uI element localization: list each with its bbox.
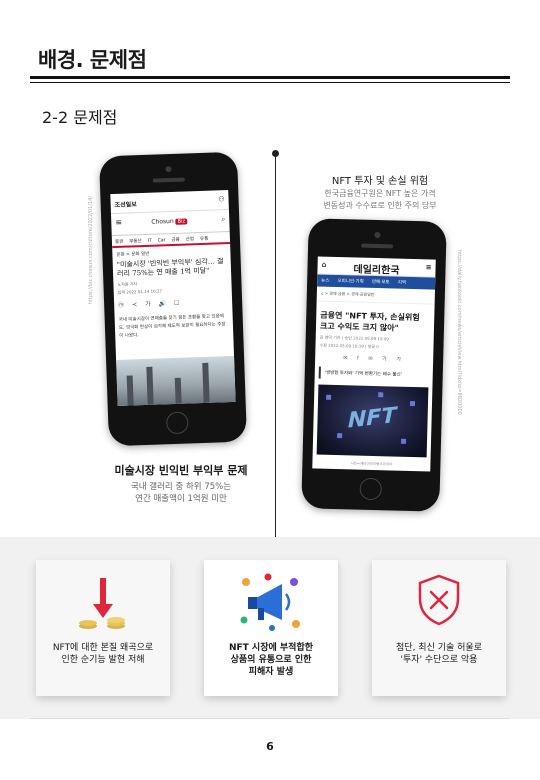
menu-item[interactable]: 유통 xyxy=(200,237,208,242)
user-icon[interactable]: ⚇ xyxy=(218,195,225,203)
page-title: 배경. 문제점 xyxy=(38,48,147,72)
card-line: NFT 시장에 부적합한 xyxy=(228,643,314,653)
article-quote: '쌍방향 투자와' 기억 변환기는 배수 불신' xyxy=(318,366,429,382)
right-caption-line1: 한국금융연구원은 NFT 높은 가격 xyxy=(324,189,436,198)
column-divider xyxy=(275,152,276,537)
menu-item[interactable]: 증권 xyxy=(115,240,123,245)
phone-home-button xyxy=(165,411,189,435)
left-caption-title: 미술시장 빈익빈 부익부 문제 xyxy=(114,464,248,477)
coin-drop-icon xyxy=(72,572,134,638)
card-line: NFT에 대한 본질 왜곡으로 xyxy=(52,643,154,653)
left-caption-line1: 국내 갤러리 중 하위 75%는 xyxy=(130,482,232,492)
nft-image-text: NFT xyxy=(344,403,399,434)
phone-screen-left: 조선일보 ⚇ ≡ Chosun Biz ⌕ 증권 부동산 IT Car 금융 산업 유통 문… xyxy=(110,190,236,406)
image-credit: 사진=게티이미지뱅크코리아 xyxy=(350,461,393,467)
card-line: 첨단, 최신 기술 허울로 xyxy=(396,643,482,653)
phone-mockup-left: 조선일보 ⚇ ≡ Chosun Biz ⌕ 증권 부동산 IT Car 금융 산업 유통 문… xyxy=(98,151,248,447)
card-line: '투자' 수단으로 악용 xyxy=(400,655,478,665)
page-number: 6 xyxy=(266,740,274,753)
phone-speaker xyxy=(361,243,394,249)
article-photo xyxy=(116,355,236,406)
article-headline: 금융연 "NFT 투자, 손실위험 크고 수익도 크지 않아" xyxy=(316,301,435,336)
article-navbar: ≡ Chosun Biz ⌕ xyxy=(110,209,230,237)
problem-card-3-label: 첨단, 최신 기술 허울로 '투자' 수단으로 악용 xyxy=(372,642,506,666)
menu-item[interactable]: 오피니언·기획 xyxy=(337,279,363,285)
brand-logo: Chosun Biz xyxy=(151,217,188,226)
problem-card-2-label: NFT 시장에 부적합한 상품의 유통으로 인한 피해자 발생 xyxy=(204,642,338,678)
right-caption-title: NFT 투자 및 손실 위험 xyxy=(331,176,429,187)
search-icon[interactable]: ⌕ xyxy=(221,215,225,224)
section-subtitle: 2-2 문제점 xyxy=(42,108,118,127)
card-line: 인한 순기능 발현 저해 xyxy=(61,655,145,665)
menu-item[interactable]: 부동산 xyxy=(129,239,142,244)
phone-camera xyxy=(374,231,381,239)
menu-item[interactable]: 금융 xyxy=(171,238,179,243)
home-icon[interactable]: ⌂ xyxy=(322,261,327,269)
site-logo: 조선일보 xyxy=(114,201,137,209)
menu-item[interactable]: 산업 xyxy=(186,237,194,242)
card-line: 피해자 발생 xyxy=(248,667,294,677)
phone-mockup-right: ⌂ 데일리한국 ≡ 뉴스 오피니언·기획 연예·포토 지역 ⌂ > 경제·금융 > 경… xyxy=(301,218,447,512)
menu-item[interactable]: IT xyxy=(148,239,152,244)
problem-card-1-label: NFT에 대한 본질 왜곡으로 인한 순기능 발현 저해 xyxy=(36,642,170,666)
brand-badge: Biz xyxy=(175,218,188,225)
card-line: 상품의 유통으로 인한 xyxy=(230,655,312,665)
brand-name: Chosun xyxy=(151,217,174,226)
menu-item[interactable]: 연예·포토 xyxy=(372,280,390,285)
phone-speaker xyxy=(152,177,185,183)
source-url-right: https://daily.hankooki.com/news/articleV… xyxy=(456,250,462,415)
shield-x-icon xyxy=(414,572,464,632)
site-logo: 데일리한국 xyxy=(353,264,400,277)
problem-card-3: 첨단, 최신 기술 허울로 '투자' 수단으로 악용 xyxy=(372,560,506,696)
right-caption-line2: 변동성과 수수료로 인한 주의 당부 xyxy=(323,201,437,210)
article-body: 국내 미술시장이 연매출을 찾기 힘든 초황을 맞고 있음에도, 양극화 현상이… xyxy=(118,314,226,339)
phone-home-button xyxy=(359,477,383,501)
title-rule-thin xyxy=(30,82,510,83)
share-icons[interactable]: ✉ f ✉ 가 가 xyxy=(315,349,433,367)
menu-item[interactable]: Car xyxy=(158,238,166,243)
menu-item[interactable]: 뉴스 xyxy=(321,279,329,284)
footer-rule xyxy=(30,718,510,719)
problem-card-1: NFT에 대한 본질 왜곡으로 인한 순기능 발현 저해 xyxy=(36,560,170,696)
menu-item[interactable]: 지역 xyxy=(398,281,406,286)
phone-screen-right: ⌂ 데일리한국 ≡ 뉴스 오피니언·기획 연예·포토 지역 ⌂ > 경제·금융 > 경… xyxy=(312,256,436,472)
menu-icon[interactable]: ≡ xyxy=(115,218,122,227)
left-caption-line2: 연간 매출액이 1억원 미만 xyxy=(135,494,227,504)
menu-icon[interactable]: ≡ xyxy=(426,263,432,271)
phone-camera xyxy=(165,165,172,173)
nft-illustration: NFT xyxy=(316,384,429,458)
left-caption-sub: 국내 갤러리 중 하위 75%는 연간 매출액이 1억원 미만 xyxy=(96,481,266,505)
title-rule-thick xyxy=(30,76,510,79)
source-url-left: https://biz.chosun.com/culture/2022/01/1… xyxy=(88,196,94,305)
megaphone-icon xyxy=(238,572,304,638)
right-caption-sub: 한국금융연구원은 NFT 높은 가격 변동성과 수수료로 인한 주의 당부 xyxy=(295,188,465,212)
problem-card-2: NFT 시장에 부적합한 상품의 유통으로 인한 피해자 발생 xyxy=(204,560,338,696)
